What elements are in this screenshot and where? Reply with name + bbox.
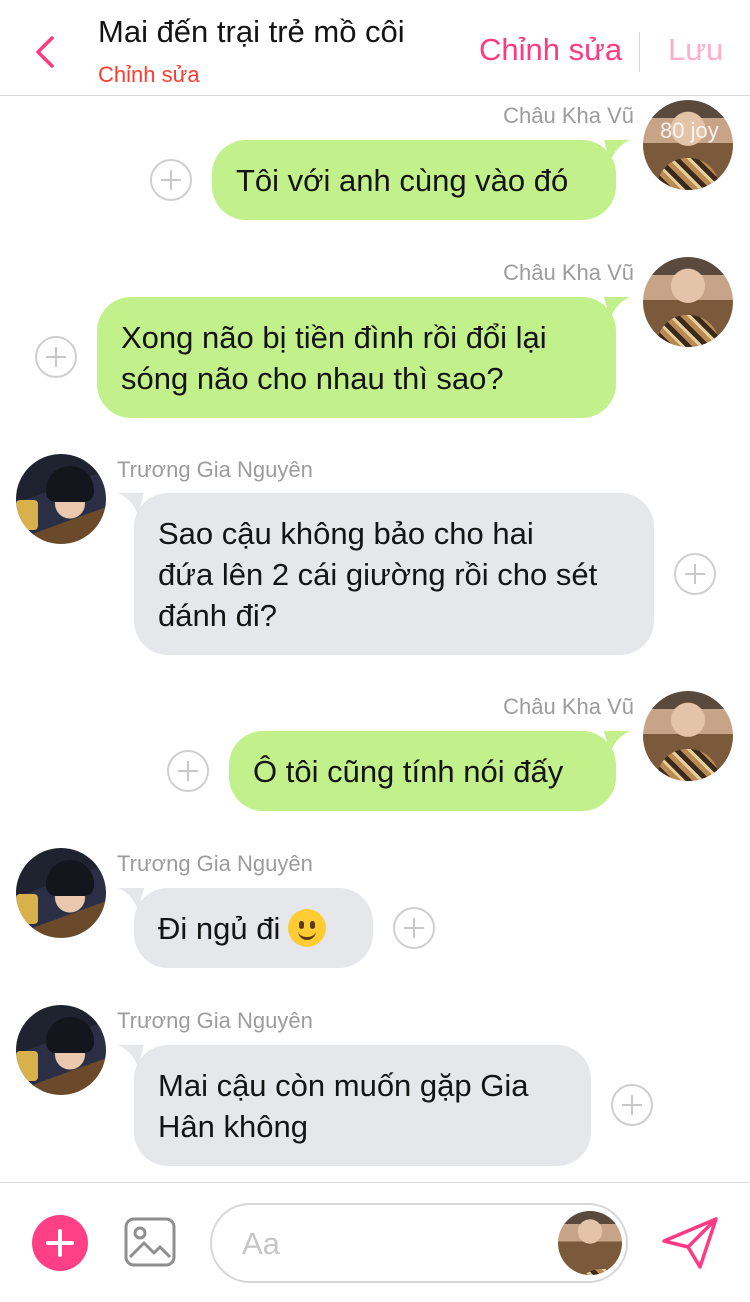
chat-subtitle[interactable]: Chỉnh sửa: [98, 62, 200, 88]
header-divider: [639, 32, 640, 72]
message-sender: Trương Gia Nguyên: [117, 851, 313, 876]
add-reaction-button[interactable]: [150, 159, 192, 201]
add-reaction-button[interactable]: [35, 336, 77, 378]
message-text-line: đánh đi?: [158, 597, 277, 633]
add-reaction-button[interactable]: [674, 553, 716, 595]
chat-header: Mai đến trại trẻ mồ côi Chỉnh sửa Chỉnh …: [0, 0, 750, 96]
message-bubble-outgoing[interactable]: Tôi với anh cùng vào đó: [212, 140, 630, 220]
avatar-truong-gia-nguyen[interactable]: [16, 1005, 106, 1095]
slightly-smiling-face-icon: [288, 909, 327, 947]
message-bubble-incoming[interactable]: Sao cậu không bảo cho hai đứa lên 2 cái …: [118, 493, 654, 655]
message-sender: Trương Gia Nguyên: [117, 457, 313, 482]
edit-button[interactable]: Chỉnh sửa: [479, 32, 622, 68]
sender-avatar-selector[interactable]: [558, 1211, 622, 1275]
message-text-line: Hân không: [158, 1108, 308, 1144]
message-text: Tôi với anh cùng vào đó: [236, 162, 569, 198]
chat-title: Mai đến trại trẻ mồ côi: [98, 14, 405, 49]
plus-icon[interactable]: [32, 1215, 88, 1271]
message-text: Đi ngủ đi: [158, 910, 281, 946]
message-bubble-incoming[interactable]: Mai cậu còn muốn gặp Gia Hân không: [118, 1045, 591, 1166]
add-reaction-button[interactable]: [167, 750, 209, 792]
message-text: Ô tôi cũng tính nói đấy: [253, 753, 564, 789]
message-text-line: Xong não bị tiền đình rồi đổi lại: [121, 319, 547, 355]
save-button[interactable]: Lưu: [668, 32, 723, 68]
message-bubble-outgoing[interactable]: Ô tôi cũng tính nói đấy: [229, 731, 630, 811]
message-text-line: sóng não cho nhau thì sao?: [121, 360, 504, 396]
message-sender: Châu Kha Vũ: [503, 694, 634, 719]
back-chevron-icon[interactable]: [28, 30, 68, 74]
message-sender: Châu Kha Vũ: [503, 260, 634, 285]
composer-bar: Aa: [0, 1182, 750, 1302]
avatar-truong-gia-nguyen[interactable]: [16, 848, 106, 938]
avatar-chau-kha-vu[interactable]: [643, 100, 733, 190]
message-text-line: Sao cậu không bảo cho hai: [158, 515, 534, 551]
message-sender: Châu Kha Vũ: [503, 103, 634, 128]
message-bubble-outgoing[interactable]: Xong não bị tiền đình rồi đổi lại sóng n…: [97, 297, 630, 418]
add-reaction-button[interactable]: [393, 907, 435, 949]
send-icon[interactable]: [660, 1215, 720, 1271]
message-bubble-incoming[interactable]: Đi ngủ đi: [118, 888, 373, 968]
message-sender: Trương Gia Nguyên: [117, 1008, 313, 1033]
message-input[interactable]: Aa: [210, 1203, 628, 1283]
avatar-chau-kha-vu[interactable]: [643, 257, 733, 347]
add-reaction-button[interactable]: [611, 1084, 653, 1126]
avatar-chau-kha-vu[interactable]: [643, 691, 733, 781]
message-input-placeholder: Aa: [242, 1226, 280, 1261]
watermark-text: 80 joy: [660, 118, 719, 143]
message-text-line: đứa lên 2 cái giường rồi cho sét: [158, 556, 598, 592]
avatar-truong-gia-nguyen[interactable]: [16, 454, 106, 544]
image-icon[interactable]: [124, 1217, 176, 1267]
message-text-line: Mai cậu còn muốn gặp Gia: [158, 1067, 529, 1103]
